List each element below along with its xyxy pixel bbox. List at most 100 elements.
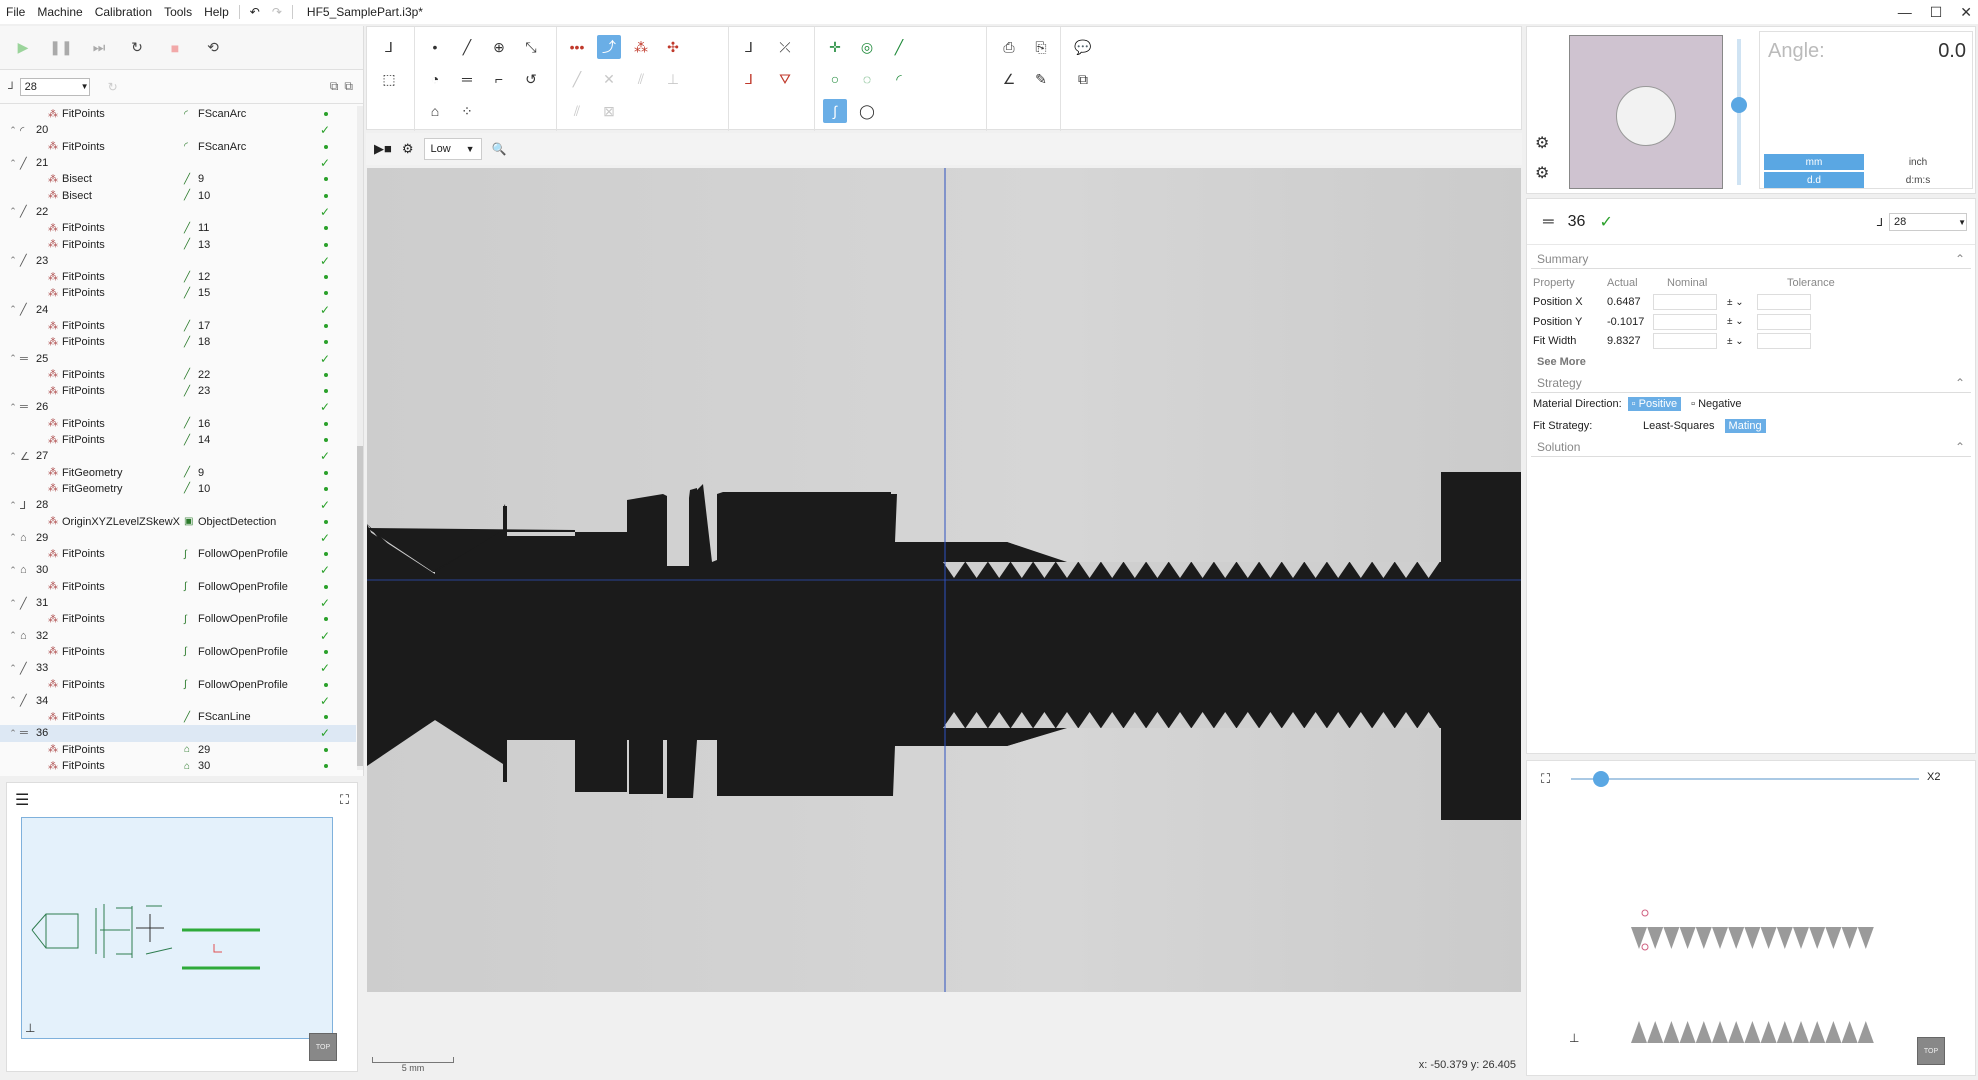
point-tool-icon[interactable]: •: [423, 35, 447, 59]
datum-origin-icon[interactable]: ⅃: [737, 35, 761, 59]
zoom-knob[interactable]: [1593, 771, 1609, 787]
fit-points-icon[interactable]: ⁂: [629, 35, 653, 59]
close-icon[interactable]: ✕: [1960, 4, 1972, 21]
expand-icon[interactable]: ⌃: [6, 663, 20, 674]
tree-step-row[interactable]: ⁂ FitPoints ╱ 15: [0, 285, 356, 301]
tree-step-row[interactable]: ⁂ FitPoints ╱ 14: [0, 432, 356, 448]
tolerance-type-select[interactable]: ± ⌄: [1727, 297, 1757, 308]
expand-icon[interactable]: ⌃: [6, 532, 20, 543]
collapse-all-icon[interactable]: ⧉: [330, 79, 339, 94]
tree-feature-row[interactable]: ⌃ ∠ 27 ✓: [0, 448, 356, 464]
overview-canvas[interactable]: [21, 817, 333, 1039]
expand-icon[interactable]: ⌃: [6, 125, 20, 136]
expand-icon[interactable]: ⌃: [6, 598, 20, 609]
tree-feature-row[interactable]: ⌃ ◜ 20 ✓: [0, 122, 356, 138]
tree-step-row[interactable]: ⁂ FitPoints ◜ FScanArc: [0, 139, 356, 155]
tree-feature-row[interactable]: ⌃ ⌂ 32 ✓: [0, 628, 356, 644]
tolerance-type-select[interactable]: ± ⌄: [1727, 316, 1757, 327]
tolerance-input[interactable]: [1757, 333, 1811, 350]
tree-feature-row[interactable]: ⌃ ╱ 21 ✓: [0, 155, 356, 171]
expand-icon[interactable]: ⌃: [6, 695, 20, 706]
tree-step-row[interactable]: ⁂ FitGeometry ╱ 9: [0, 465, 356, 481]
tolerance-input[interactable]: [1757, 294, 1811, 311]
maximize-icon[interactable]: ☐: [1930, 4, 1943, 21]
tree-step-row[interactable]: ⁂ Bisect ╱ 10: [0, 187, 356, 203]
tree-step-row[interactable]: ⁂ FitPoints ∫ FollowOpenProfile: [0, 579, 356, 595]
gear-icon[interactable]: ⚙: [1535, 133, 1549, 153]
points-cloud-icon[interactable]: ⁘: [455, 99, 479, 123]
expand-icon[interactable]: ⌃: [6, 402, 20, 413]
material-positive-option[interactable]: ▫ Positive: [1627, 397, 1682, 411]
tree-step-row[interactable]: ⁂ FitPoints ╱ FScanLine: [0, 709, 356, 725]
select-region-icon[interactable]: ⬚: [377, 67, 401, 91]
material-negative-option[interactable]: ▫ Negative: [1687, 397, 1745, 411]
parallel-tool-icon[interactable]: ═: [455, 67, 479, 91]
tree-step-row[interactable]: ⁂ FitGeometry ╱ 10: [0, 481, 356, 497]
tolerance-type-select[interactable]: ± ⌄: [1727, 336, 1757, 347]
origin-tool-icon[interactable]: ⅃: [377, 35, 401, 59]
fullscreen-icon[interactable]: ⛶: [340, 792, 349, 808]
expand-icon[interactable]: ⌃: [6, 353, 20, 364]
construct-line-icon[interactable]: ╱: [565, 67, 589, 91]
blob-icon[interactable]: ◯: [855, 99, 879, 123]
quality-select[interactable]: Low ▼: [423, 138, 482, 160]
tree-scrollbar[interactable]: [357, 106, 363, 770]
minimize-icon[interactable]: —: [1898, 4, 1912, 20]
distance-tool-icon[interactable]: ⤡: [519, 35, 543, 59]
auto-scan-icon[interactable]: ⤴: [597, 35, 621, 59]
report-icon[interactable]: ⎙: [997, 35, 1021, 59]
menu-tools[interactable]: Tools: [158, 5, 198, 19]
camera-icon[interactable]: ▶■: [374, 141, 392, 157]
camera-view[interactable]: [367, 168, 1521, 992]
detect-points-icon[interactable]: ✣: [661, 35, 685, 59]
least-squares-option[interactable]: Least-Squares: [1639, 419, 1719, 433]
repeat-icon[interactable]: ⟲: [204, 39, 222, 57]
tree-feature-row[interactable]: ⌃ ⅃ 28 ✓: [0, 497, 356, 513]
unit-mm-toggle[interactable]: mm: [1764, 154, 1864, 170]
perpendicular-icon[interactable]: ⊥: [661, 67, 685, 91]
tree-step-row[interactable]: ⁂ OriginXYZLevelZSkewX ▣ ObjectDetection: [0, 513, 356, 529]
expand-icon[interactable]: ⌃: [6, 630, 20, 641]
export-icon[interactable]: ⎘: [1029, 35, 1053, 59]
scroll-thumb[interactable]: [357, 446, 363, 766]
tolerance-input[interactable]: [1757, 313, 1811, 330]
copy-feature-icon[interactable]: ⧉: [1071, 67, 1095, 91]
tree-step-row[interactable]: ⁂ FitPoints ╱ 22: [0, 367, 356, 383]
tree-feature-row[interactable]: ⌃ ═ 36 ✓: [0, 725, 356, 742]
expand-icon[interactable]: ⌃: [6, 451, 20, 462]
expand-all-icon[interactable]: ⧉: [344, 79, 353, 94]
intersect-icon[interactable]: ✕: [597, 67, 621, 91]
tree-feature-row[interactable]: ⌃ ⌂ 29 ✓: [0, 530, 356, 546]
expand-icon[interactable]: ⌃: [6, 500, 20, 511]
tree-feature-row[interactable]: ⌃ ═ 26 ✓: [0, 399, 356, 415]
unit-dms-toggle[interactable]: d:m:s: [1868, 172, 1968, 188]
feature-reference-select[interactable]: 28 ▼: [1889, 213, 1967, 231]
angle-measure-icon[interactable]: ∠: [997, 67, 1021, 91]
datum-clear-icon[interactable]: ⤫: [773, 35, 797, 59]
expand-icon[interactable]: ⌃: [6, 206, 20, 217]
menu-icon[interactable]: ☰: [15, 790, 29, 810]
unit-dd-toggle[interactable]: d.d: [1764, 172, 1864, 188]
expand-icon[interactable]: ⌃: [6, 565, 20, 576]
tree-feature-row[interactable]: ⌃ ╱ 31 ✓: [0, 595, 356, 611]
tree-step-row[interactable]: ⁂ FitPoints ∫ FollowOpenProfile: [0, 611, 356, 627]
fit-point-green-icon[interactable]: ✛: [823, 35, 847, 59]
pause-icon[interactable]: ❚❚: [49, 39, 72, 57]
fit-circle-green-icon[interactable]: ○: [823, 67, 847, 91]
tree-step-row[interactable]: ⁂ FitPoints ⌂ 29: [0, 742, 356, 758]
solution-section[interactable]: Solution ⌃: [1531, 437, 1971, 457]
preview-slider[interactable]: [1731, 39, 1747, 185]
tree-step-row[interactable]: ⁂ Bisect ╱ 9: [0, 171, 356, 187]
scan-points-icon[interactable]: •••: [565, 35, 589, 59]
step-icon[interactable]: ⏭: [90, 39, 108, 57]
expand-icon[interactable]: ⌃: [6, 728, 20, 739]
nominal-input[interactable]: [1653, 294, 1717, 311]
top-view-icon[interactable]: TOP: [1917, 1037, 1945, 1065]
datum-set-icon[interactable]: ⅃: [737, 67, 761, 91]
tree-feature-row[interactable]: ⌃ ╱ 24 ✓: [0, 302, 356, 318]
profile-tool-icon[interactable]: ⌂: [423, 99, 447, 123]
fit-arc-green-icon[interactable]: ◜: [887, 67, 911, 91]
capture-settings-icon[interactable]: ⚙: [402, 141, 414, 157]
fit-line-green-icon[interactable]: ╱: [887, 35, 911, 59]
reference-select[interactable]: 28 ▼: [19, 77, 90, 96]
